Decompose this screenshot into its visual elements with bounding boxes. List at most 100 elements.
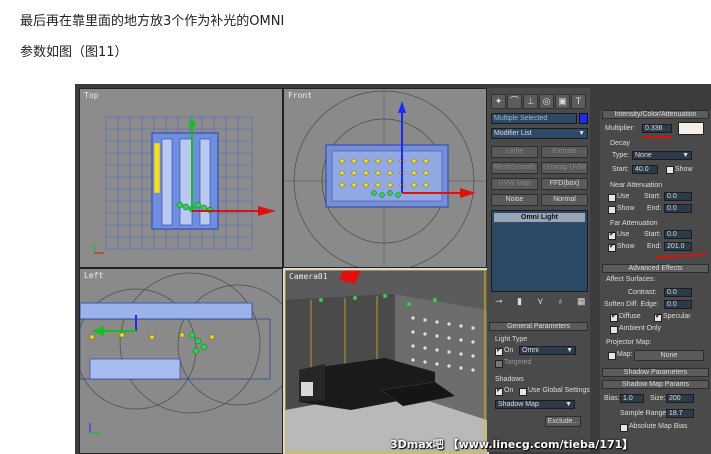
viewport-top[interactable]: Top <box>79 88 283 268</box>
make-unique-icon[interactable]: ⋎ <box>537 296 544 307</box>
light-on-checkbox[interactable]: ✔ <box>495 347 503 356</box>
shadow-parameters-rollout[interactable]: Shadow Parameters <box>602 368 709 377</box>
use-global-settings-checkbox[interactable] <box>519 388 527 396</box>
diffuse-label: Diffuse <box>619 313 641 320</box>
far-end-spinner[interactable]: 201.0 <box>664 242 692 251</box>
light-type-value: Omni <box>522 347 539 354</box>
modify-icon[interactable]: ⌒ <box>507 94 522 109</box>
modifier-stack[interactable]: Omni Light <box>491 210 588 292</box>
shadow-type-dropdown[interactable]: Shadow Map ▼ <box>495 400 575 409</box>
near-show-checkbox[interactable] <box>608 206 616 214</box>
decay-show-checkbox[interactable] <box>666 166 674 174</box>
size-label: Size: <box>650 395 666 402</box>
light-on-label: On <box>504 347 514 354</box>
decay-type-label: Type: <box>612 152 630 159</box>
create-icon[interactable]: ✦ <box>491 94 506 109</box>
meshsmooth-button[interactable]: MeshSmooth <box>491 162 538 174</box>
viewport-label-front[interactable]: Front <box>288 91 312 100</box>
selection-name-field[interactable]: Multiple Selected <box>491 113 577 124</box>
projector-map-label: Projector Map: <box>606 339 652 346</box>
decay-label: Decay <box>610 140 630 147</box>
light-color-swatch[interactable] <box>678 122 704 135</box>
near-use-label: Use <box>617 193 630 200</box>
noise-button[interactable]: Noise <box>491 194 538 206</box>
selection-color-swatch[interactable] <box>579 113 588 124</box>
chevron-down-icon: ▼ <box>578 130 585 137</box>
check-icon: ✔ <box>496 387 502 394</box>
ambient-only-checkbox[interactable] <box>610 326 618 334</box>
far-attenuation-label: Far Attenuation <box>610 220 658 227</box>
specular-checkbox[interactable]: ✔ <box>654 313 662 322</box>
general-parameters-rollout[interactable]: General Parameters <box>489 322 588 331</box>
hierarchy-icon[interactable]: ⊥ <box>523 94 538 109</box>
light-type-dropdown[interactable]: Omni ▼ <box>519 346 576 355</box>
command-panel: ✦ ⌒ ⊥ ◎ ▣ T Multiple Selected Modifier L… <box>487 88 590 452</box>
utilities-icon[interactable]: T <box>571 94 586 109</box>
targeted-label: Targeted <box>504 359 532 366</box>
intensity-rollout[interactable]: Intensity/Color/Attenuation <box>602 110 709 119</box>
article-line-2: 参数如图（图11） <box>20 45 128 60</box>
viewport-camera[interactable]: Camera01 <box>283 268 489 454</box>
normal-button[interactable]: Normal <box>541 194 588 206</box>
configure-sets-icon[interactable]: ▦ <box>577 296 586 307</box>
absolute-map-bias-checkbox[interactable] <box>620 424 628 432</box>
far-start-spinner[interactable]: 0.0 <box>664 230 692 239</box>
ambient-only-label: Ambient Only <box>619 325 662 332</box>
pin-stack-icon[interactable]: ⊸ <box>495 296 503 307</box>
far-start-label: Start: <box>644 231 661 238</box>
left-viewport-scene <box>80 272 282 434</box>
extrude-button[interactable]: Extrude <box>541 146 588 158</box>
viewport-label-left[interactable]: Left <box>84 271 103 280</box>
check-icon: ✔ <box>496 347 502 354</box>
sample-range-spinner[interactable]: 18.7 <box>666 409 694 418</box>
far-show-label: Show <box>617 243 635 250</box>
bias-spinner[interactable]: 1.0 <box>620 394 644 403</box>
multiplier-spinner[interactable]: 0.336 <box>642 124 672 133</box>
show-end-result-icon[interactable]: ▮ <box>517 296 522 307</box>
viewport-label-top[interactable]: Top <box>84 91 98 100</box>
viewport-label-camera[interactable]: Camera01 <box>289 272 328 281</box>
chevron-down-icon: ▼ <box>566 347 573 354</box>
exclude-button[interactable]: Exclude... <box>545 416 581 427</box>
use-global-settings-label: Use Global Settings <box>528 387 590 394</box>
motion-icon[interactable]: ◎ <box>539 94 554 109</box>
display-icon[interactable]: ▣ <box>555 94 570 109</box>
size-spinner[interactable]: 200 <box>666 394 694 403</box>
far-end-label: End: <box>647 243 662 250</box>
near-start-spinner[interactable]: 0.0 <box>664 192 692 201</box>
decay-type-dropdown[interactable]: None ▼ <box>632 151 692 160</box>
projector-map-button[interactable]: None <box>634 350 704 361</box>
far-show-checkbox[interactable]: ✔ <box>608 243 616 252</box>
modifier-list-dropdown[interactable]: Modifier List ▼ <box>491 128 588 139</box>
chevron-down-icon: ▼ <box>682 152 689 159</box>
decay-start-spinner[interactable]: 40.0 <box>632 165 658 174</box>
remove-modifier-icon[interactable]: ♁ <box>557 296 564 306</box>
soften-diff-edge-spinner[interactable]: 0.0 <box>664 300 692 309</box>
decay-show-label: Show <box>675 166 693 173</box>
viewport-front[interactable]: Front <box>283 88 487 268</box>
check-icon: ✔ <box>609 243 615 250</box>
viewport-left[interactable]: Left <box>79 268 283 454</box>
near-attenuation-label: Near Attenuation <box>610 182 663 189</box>
check-icon: ✔ <box>609 231 615 238</box>
diffuse-checkbox[interactable]: ✔ <box>610 313 618 322</box>
uvw-map-button[interactable]: UVW Map <box>491 178 538 190</box>
lathe-button[interactable]: Lathe <box>491 146 538 158</box>
unwrap-uvw-button[interactable]: Unwrap UVW <box>541 162 588 174</box>
far-use-checkbox[interactable]: ✔ <box>608 231 616 240</box>
contrast-spinner[interactable]: 0.0 <box>664 288 692 297</box>
map-checkbox[interactable] <box>608 352 616 360</box>
shadow-map-params-rollout[interactable]: Shadow Map Params <box>602 380 709 389</box>
stack-item-omni-light[interactable]: Omni Light <box>494 213 585 222</box>
shadows-on-checkbox[interactable]: ✔ <box>495 387 503 396</box>
ffd-box-button[interactable]: FFD(box) <box>541 178 588 190</box>
shadows-label: Shadows <box>495 376 524 383</box>
near-start-label: Start: <box>644 193 661 200</box>
multiplier-highlight-underline <box>642 136 672 138</box>
targeted-checkbox[interactable] <box>495 360 503 368</box>
shadow-type-value: Shadow Map <box>498 401 539 408</box>
near-end-spinner[interactable]: 0.0 <box>664 204 692 213</box>
contrast-label: Contrast: <box>628 289 657 296</box>
near-use-checkbox[interactable] <box>608 194 616 202</box>
advanced-effects-rollout[interactable]: Advanced Effects <box>602 264 709 273</box>
